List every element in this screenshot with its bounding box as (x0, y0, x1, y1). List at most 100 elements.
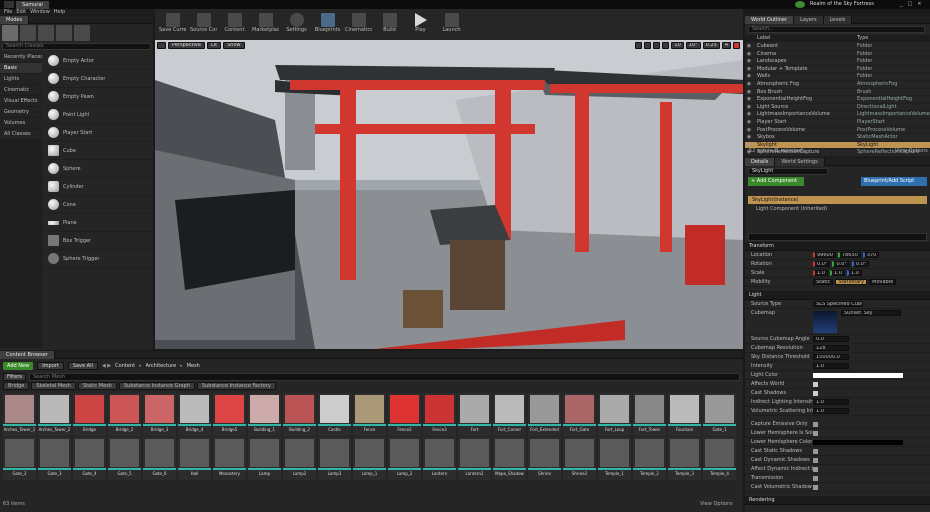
filter-tab[interactable]: Substance Instance Graph (118, 382, 195, 390)
column-type[interactable]: Type (857, 35, 868, 42)
grid-snap-value[interactable]: 10 (671, 42, 684, 49)
asset-thumbnail[interactable]: Lamp2 (283, 437, 316, 480)
outliner-view-options-button[interactable]: View Options (895, 148, 928, 154)
actor-name-input[interactable]: SkyLight (748, 168, 828, 175)
visibility-eye-icon[interactable]: ◉ (745, 96, 753, 103)
asset-thumbnail[interactable]: Fort (458, 393, 491, 436)
outliner-row[interactable]: ◉ LightmassImportanceVolume LightmassImpor… (745, 111, 930, 119)
place-item[interactable]: Plane (44, 214, 152, 232)
asset-thumbnail[interactable]: Lamp3 (318, 437, 351, 480)
path-mesh[interactable]: Mesh (187, 363, 200, 369)
asset-thumbnail[interactable]: Fence3 (423, 393, 456, 436)
cubemap-resolution-field[interactable]: 128 (813, 345, 849, 351)
content-view-options-button[interactable]: View Options (700, 501, 733, 507)
rotate-icon[interactable] (644, 42, 652, 49)
toolbar-content-button[interactable]: Content (221, 13, 248, 40)
cubemap-thumbnail[interactable] (813, 311, 837, 333)
save-all-button[interactable]: Save All (67, 362, 98, 370)
place-item[interactable]: Sphere Trigger (44, 250, 152, 268)
modes-tab[interactable]: Modes (0, 16, 30, 24)
asset-thumbnail[interactable]: Arches_Tower_1 (3, 393, 36, 436)
place-item[interactable]: Empty Pawn (44, 88, 152, 106)
light-header[interactable]: Light (745, 291, 930, 300)
asset-thumbnail[interactable]: Fort_Gate (563, 393, 596, 436)
asset-thumbnail[interactable]: Lamp_1 (353, 437, 386, 480)
visibility-eye-icon[interactable]: ◉ (745, 73, 753, 80)
cubemap-angle-field[interactable]: 0.0 (813, 336, 849, 342)
outliner-search-input[interactable]: Search... (748, 26, 925, 33)
asset-thumbnail[interactable]: Bridge_3 (143, 393, 176, 436)
asset-thumbnail[interactable]: Bridge (73, 393, 106, 436)
asset-thumbnail[interactable]: Fort_Extended (528, 393, 561, 436)
visibility-eye-icon[interactable]: ◉ (745, 81, 753, 88)
visibility-eye-icon[interactable]: ◉ (745, 134, 753, 141)
menu-edit[interactable]: Edit (16, 9, 26, 16)
outliner-row[interactable]: ◉ ExponentialHeightFog ExponentialHeightFo… (745, 96, 930, 104)
light-option-checkbox[interactable] (813, 458, 818, 463)
outliner-row[interactable]: ◉ Player Start PlayerStart (745, 119, 930, 127)
asset-thumbnail[interactable]: Fort_Corner (493, 393, 526, 436)
intensity-field[interactable]: 1.0 (813, 363, 849, 369)
asset-thumbnail[interactable]: Fort_Loop (598, 393, 631, 436)
details-search-input[interactable] (748, 233, 927, 241)
mobility-stationary-button[interactable]: Stationary (835, 279, 868, 285)
visibility-eye-icon[interactable]: ◉ (745, 104, 753, 111)
camera-speed-value[interactable]: 4 (721, 42, 731, 49)
modes-search-input[interactable]: Search Classes (2, 43, 151, 50)
place-item[interactable]: Point Light (44, 106, 152, 124)
viewport-options-icon[interactable] (157, 42, 166, 49)
category-geometry[interactable]: Geometry (0, 107, 42, 118)
filters-button[interactable]: Filters (3, 373, 26, 381)
blueprint-add-script-button[interactable]: Blueprint/Add Script (861, 177, 927, 186)
toolbar-launch-button[interactable]: Launch (438, 13, 465, 40)
visibility-eye-icon[interactable]: ◉ (745, 58, 753, 65)
visibility-eye-icon[interactable]: ◉ (745, 66, 753, 73)
asset-thumbnail[interactable]: Arches_Tower_2 (38, 393, 71, 436)
visibility-eye-icon[interactable]: ◉ (745, 43, 753, 50)
show-button[interactable]: Show (223, 42, 245, 49)
outliner-row[interactable]: ◉ Cinema Folder (745, 51, 930, 59)
visibility-eye-icon[interactable]: ◉ (745, 127, 753, 134)
light-option-checkbox[interactable] (813, 431, 818, 436)
mobility-static-button[interactable]: Static (813, 279, 834, 285)
light-option-checkbox[interactable] (813, 485, 818, 490)
scale-snap-value[interactable]: 0.25 (702, 42, 720, 49)
tab-details[interactable]: Details (745, 158, 776, 166)
rotation-snap-value[interactable]: 10° (685, 42, 701, 49)
light-option-checkbox[interactable] (813, 422, 818, 427)
asset-thumbnail[interactable]: Fort_Tower (633, 393, 666, 436)
light-option-checkbox[interactable] (813, 467, 818, 472)
place-item[interactable]: Box Trigger (44, 232, 152, 250)
rotation-y-field[interactable]: 0.0° (832, 261, 850, 267)
content-browser-tab[interactable]: Content Browser (0, 351, 55, 359)
outliner-row[interactable]: ◉ Landscapes Folder (745, 58, 930, 66)
asset-thumbnail[interactable]: Hall (178, 437, 211, 480)
category-recently-placed[interactable]: Recently Placed (0, 52, 42, 63)
sky-distance-field[interactable]: 150000.0 (813, 354, 849, 360)
geometry-mode-icon[interactable] (74, 25, 90, 41)
toolbar-settings-button[interactable]: Settings (283, 13, 310, 40)
cast-shadows-checkbox[interactable] (813, 391, 818, 396)
asset-thumbnail[interactable]: Bridge_4 (178, 393, 211, 436)
column-label[interactable]: Label (745, 35, 857, 42)
rotation-z-field[interactable]: 0.0° (851, 261, 870, 267)
rotation-x-field[interactable]: 0.0° (813, 261, 831, 267)
mobility-movable-button[interactable]: Movable (869, 279, 897, 285)
rendering-header[interactable]: Rendering (745, 496, 930, 505)
place-item[interactable]: Player Start (44, 124, 152, 142)
category-cinematic[interactable]: Cinematic (0, 85, 42, 96)
asset-thumbnail[interactable]: Gate_6 (143, 437, 176, 480)
menu-file[interactable]: File (4, 9, 12, 16)
asset-thumbnail[interactable]: Lantern (423, 437, 456, 480)
toolbar-build-button[interactable]: Build (376, 13, 403, 40)
content-search-input[interactable]: Search Mesh (29, 373, 740, 381)
path-content[interactable]: Content (115, 363, 135, 369)
location-z-field[interactable]: 370 (862, 252, 880, 258)
transform-header[interactable]: Transform (745, 242, 930, 251)
asset-thumbnail[interactable]: Building_1 (248, 393, 281, 436)
location-y-field[interactable]: 78650 (837, 252, 861, 258)
asset-thumbnail[interactable]: Gate_2 (3, 437, 36, 480)
light-option-checkbox[interactable] (813, 449, 818, 454)
place-item[interactable]: Empty Actor (44, 52, 152, 70)
maximize-viewport-icon[interactable] (733, 42, 740, 49)
